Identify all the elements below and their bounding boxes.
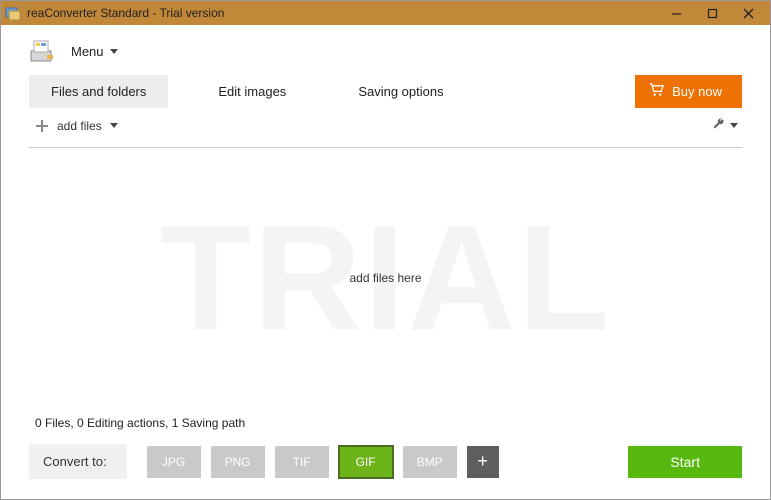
chevron-down-icon <box>730 123 738 128</box>
add-files-label: add files <box>57 119 102 133</box>
format-png-button[interactable]: PNG <box>211 446 265 478</box>
format-jpg-button[interactable]: JPG <box>147 446 201 478</box>
chevron-down-icon <box>110 123 118 128</box>
minimize-button[interactable] <box>658 1 694 25</box>
wrench-icon <box>712 116 726 135</box>
settings-dropdown[interactable] <box>708 114 742 137</box>
start-button[interactable]: Start <box>628 446 742 478</box>
format-gif-button[interactable]: GIF <box>339 446 393 478</box>
menu-dropdown[interactable]: Menu <box>71 44 118 59</box>
main-tabs: Files and folders Edit images Saving opt… <box>1 75 770 108</box>
tab-edit-images[interactable]: Edit images <box>196 75 308 108</box>
buy-now-label: Buy now <box>672 84 722 99</box>
sub-toolbar: add files <box>29 108 742 148</box>
buy-now-button[interactable]: Buy now <box>635 75 742 108</box>
window-title: reaConverter Standard - Trial version <box>27 6 658 20</box>
add-files-button[interactable]: add files <box>29 117 124 135</box>
format-add-button[interactable]: + <box>467 446 499 478</box>
cart-icon <box>649 83 664 100</box>
app-icon <box>29 37 57 65</box>
tab-saving-options[interactable]: Saving options <box>336 75 465 108</box>
top-toolbar: Menu <box>1 25 770 75</box>
drop-hint: add files here <box>349 271 421 285</box>
tab-files-folders[interactable]: Files and folders <box>29 75 168 108</box>
format-bmp-button[interactable]: BMP <box>403 446 457 478</box>
close-button[interactable] <box>730 1 766 25</box>
chevron-down-icon <box>110 49 118 54</box>
plus-icon <box>35 119 49 133</box>
titlebar: reaConverter Standard - Trial version <box>1 1 770 25</box>
drop-area[interactable]: TRIAL add files here <box>29 148 742 408</box>
bottom-bar: Convert to: JPG PNG TIF GIF BMP + Start <box>1 436 770 491</box>
format-tif-button[interactable]: TIF <box>275 446 329 478</box>
maximize-button[interactable] <box>694 1 730 25</box>
convert-to-label: Convert to: <box>29 444 127 479</box>
window-controls <box>658 1 766 25</box>
menu-label-text: Menu <box>71 44 104 59</box>
app-small-icon <box>5 5 21 21</box>
status-text: 0 Files, 0 Editing actions, 1 Saving pat… <box>1 408 770 436</box>
